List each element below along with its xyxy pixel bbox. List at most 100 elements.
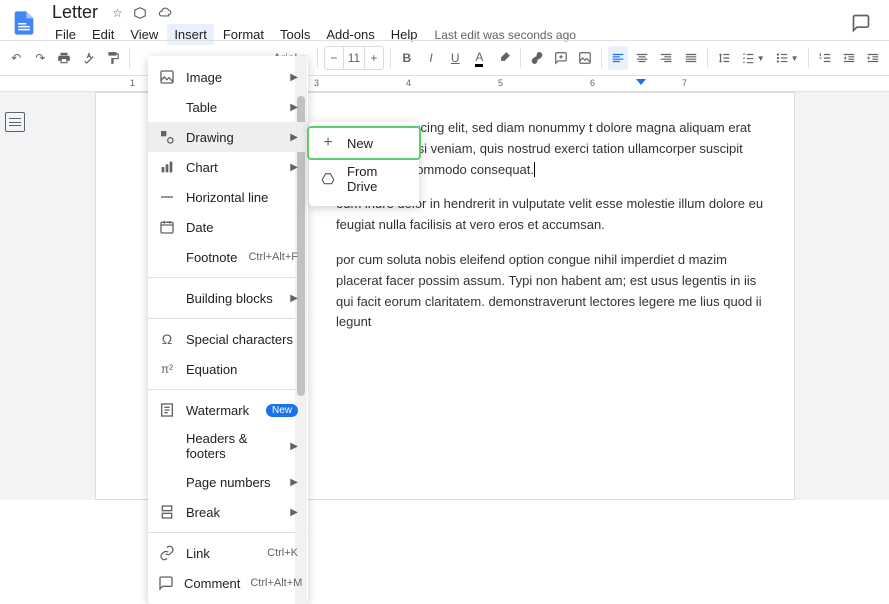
document-title[interactable]: Letter xyxy=(48,1,102,24)
menu-item-label: Break xyxy=(186,505,280,520)
blank-icon xyxy=(158,248,176,266)
highlight-button[interactable] xyxy=(494,46,514,70)
wm-icon xyxy=(158,401,176,419)
text-color-button[interactable]: A xyxy=(469,46,489,70)
comments-icon[interactable] xyxy=(841,7,881,39)
menu-item-label: Equation xyxy=(186,362,298,377)
insert-drawing[interactable]: Drawing▶+NewFrom Drive xyxy=(148,122,308,152)
line-spacing-button[interactable] xyxy=(714,46,734,70)
ruler-tick: 3 xyxy=(314,78,319,88)
menu-shortcut: Ctrl+K xyxy=(267,547,298,559)
print-button[interactable] xyxy=(54,46,74,70)
menu-item-label: Comment xyxy=(184,576,240,591)
insert-link-button[interactable] xyxy=(527,46,547,70)
submenu-arrow-icon: ▶ xyxy=(290,162,298,173)
menu-separator xyxy=(148,277,308,278)
align-left-button[interactable] xyxy=(608,46,628,70)
menu-item-label: Horizontal line xyxy=(186,190,298,205)
insert-building-blocks[interactable]: Building blocks▶ xyxy=(148,283,308,313)
drawing-icon xyxy=(158,128,176,146)
insert-equation[interactable]: π² Equation xyxy=(148,354,308,384)
italic-button[interactable]: I xyxy=(421,46,441,70)
pi-icon: π² xyxy=(158,360,176,378)
insert-table[interactable]: Table▶ xyxy=(148,92,308,122)
insert-comment[interactable]: Comment Ctrl+Alt+M xyxy=(148,568,308,598)
ruler-tick: 6 xyxy=(590,78,595,88)
drive-icon xyxy=(319,170,337,188)
left-gutter xyxy=(0,92,30,500)
undo-button[interactable]: ↶ xyxy=(6,46,26,70)
star-icon[interactable]: ☆ xyxy=(112,6,123,20)
app-header: Letter ☆ File Edit View Insert Format To… xyxy=(0,0,889,40)
font-size-increase[interactable]: + xyxy=(365,51,383,65)
drawing-new[interactable]: + New xyxy=(307,126,421,160)
add-comment-button[interactable] xyxy=(551,46,571,70)
submenu-arrow-icon: ▶ xyxy=(290,132,298,143)
align-justify-button[interactable] xyxy=(681,46,701,70)
horizontal-ruler[interactable]: 1234567 xyxy=(0,76,889,92)
decrease-indent-button[interactable] xyxy=(839,46,859,70)
menu-item-label: Footnote xyxy=(186,250,238,265)
font-size-decrease[interactable]: − xyxy=(325,51,343,65)
submenu-item-label: From Drive xyxy=(347,164,409,194)
menu-item-label: Drawing xyxy=(186,130,280,145)
menu-shortcut: Ctrl+Alt+F xyxy=(248,251,298,263)
insert-date[interactable]: Date xyxy=(148,212,308,242)
blank-icon xyxy=(158,473,176,491)
title-area: Letter ☆ File Edit View Insert Format To… xyxy=(48,1,841,45)
paragraph-3: por cum soluta nobis eleifend option con… xyxy=(336,250,774,333)
menu-separator xyxy=(148,532,308,533)
ruler-indent-marker[interactable] xyxy=(636,79,646,85)
insert-headers-footers[interactable]: Headers & footers▶ xyxy=(148,425,308,467)
bold-button[interactable]: B xyxy=(397,46,417,70)
checklist-button[interactable]: ▼ xyxy=(738,46,768,70)
docs-logo[interactable] xyxy=(8,7,40,39)
menu-item-label: Headers & footers xyxy=(186,431,280,461)
spellcheck-button[interactable] xyxy=(79,46,99,70)
font-size-control: − 11 + xyxy=(324,46,384,70)
menu-item-label: Chart xyxy=(186,160,280,175)
insert-image[interactable]: Image▶ xyxy=(148,62,308,92)
numbered-list-button[interactable] xyxy=(814,46,834,70)
menu-item-label: Date xyxy=(186,220,298,235)
insert-footnote[interactable]: Footnote Ctrl+Alt+F xyxy=(148,242,308,272)
insert-dropdown: Image▶Table▶Drawing▶+NewFrom DriveChart▶… xyxy=(148,56,308,604)
ruler-tick: 7 xyxy=(682,78,687,88)
insert-break[interactable]: Break ▶ xyxy=(148,497,308,527)
cloud-icon[interactable] xyxy=(157,6,173,20)
insert-watermark[interactable]: WatermarkNew xyxy=(148,395,308,425)
drawing-from-drive[interactable]: From Drive xyxy=(309,158,419,200)
insert-special-characters[interactable]: ΩSpecial characters xyxy=(148,324,308,354)
insert-chart[interactable]: Chart ▶ xyxy=(148,152,308,182)
menu-item-label: Building blocks xyxy=(186,291,280,306)
increase-indent-button[interactable] xyxy=(863,46,883,70)
bulleted-list-button[interactable]: ▼ xyxy=(772,46,802,70)
submenu-item-label: New xyxy=(347,136,409,151)
omega-icon: Ω xyxy=(158,330,176,348)
ruler-tick: 5 xyxy=(498,78,503,88)
align-right-button[interactable] xyxy=(656,46,676,70)
ruler-tick: 1 xyxy=(130,78,135,88)
chart-icon xyxy=(158,158,176,176)
underline-button[interactable]: U xyxy=(445,46,465,70)
submenu-arrow-icon: ▶ xyxy=(290,507,298,518)
insert-link[interactable]: Link Ctrl+K xyxy=(148,538,308,568)
font-size-value[interactable]: 11 xyxy=(343,47,365,69)
redo-button[interactable]: ↷ xyxy=(30,46,50,70)
plus-icon: + xyxy=(319,134,337,152)
paint-format-button[interactable] xyxy=(103,46,123,70)
new-badge: New xyxy=(266,404,298,417)
align-center-button[interactable] xyxy=(632,46,652,70)
insert-page-numbers[interactable]: Page numbers▶ xyxy=(148,467,308,497)
insert-horizontal-line[interactable]: Horizontal line xyxy=(148,182,308,212)
insert-image-button[interactable] xyxy=(575,46,595,70)
submenu-arrow-icon: ▶ xyxy=(290,102,298,113)
menu-shortcut: Ctrl+Alt+M xyxy=(250,577,302,589)
blank-icon xyxy=(158,437,176,455)
menu-item-label: Link xyxy=(186,546,257,561)
toolbar: ↶ ↷ Arial ▼ − 11 + B I U A ▼ ▼ xyxy=(0,40,889,76)
menu-separator xyxy=(148,318,308,319)
move-icon[interactable] xyxy=(133,6,147,20)
drawing-submenu: + New From Drive xyxy=(309,122,419,206)
outline-icon[interactable] xyxy=(5,112,25,132)
